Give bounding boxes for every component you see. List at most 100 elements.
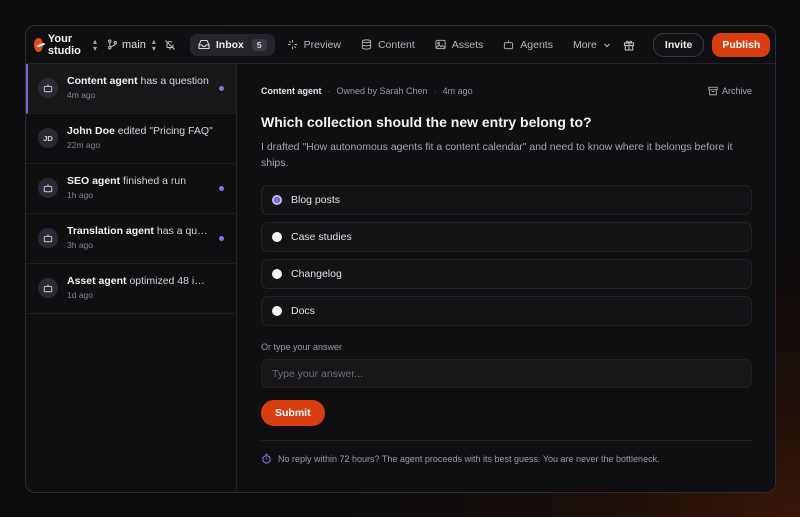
option-case-studies[interactable]: Case studies bbox=[261, 222, 752, 252]
nav-assets[interactable]: Assets bbox=[427, 34, 492, 56]
chevron-updown-icon: ▴ ▾ bbox=[93, 36, 98, 53]
studio-name: Your studio bbox=[47, 32, 81, 57]
invite-button[interactable]: Invite bbox=[652, 32, 705, 57]
agent-avatar bbox=[38, 178, 58, 198]
archive-icon bbox=[708, 86, 718, 96]
meta-time: 4m ago bbox=[442, 86, 473, 96]
inbox-item-time: 4m ago bbox=[67, 90, 96, 100]
inbox-icon bbox=[198, 39, 210, 50]
inbox-item-seo-agent[interactable]: SEO agent finished a run 1h ago bbox=[26, 164, 236, 214]
option-label: Blog posts bbox=[291, 194, 341, 206]
unread-dot bbox=[219, 236, 224, 241]
custom-answer-input[interactable] bbox=[261, 359, 752, 388]
inbox-item-time: 3h ago bbox=[67, 240, 93, 250]
gift-icon bbox=[623, 40, 634, 51]
inbox-item-title: Asset agent optimized 48 images bbox=[67, 275, 213, 287]
meta-owner: Owned by Sarah Chen bbox=[336, 86, 428, 96]
robot-icon bbox=[43, 284, 53, 293]
top-bar: Your studio ▴ ▾ main ▴ ▾ Inbox 5 Preview C… bbox=[26, 26, 775, 64]
agent-avatar bbox=[38, 78, 58, 98]
inbox-item-john-doe[interactable]: JD John Doe edited "Pricing FAQ" 22m ago bbox=[26, 114, 236, 164]
sparkle-icon bbox=[287, 39, 297, 50]
inbox-list: Content agent has a question 4m ago JD J… bbox=[26, 64, 237, 492]
radio[interactable] bbox=[272, 269, 282, 279]
bell-off-icon bbox=[164, 39, 175, 50]
inbox-item-time: 1h ago bbox=[67, 190, 93, 200]
topbar-actions: Invite Publish bbox=[619, 32, 771, 57]
meta-separator: · bbox=[433, 86, 437, 96]
user-avatar: JD bbox=[38, 128, 58, 148]
inbox-item-title: Translation agent has a question bbox=[67, 225, 213, 237]
git-branch-icon bbox=[108, 39, 118, 50]
app-window: Your studio ▴ ▾ main ▴ ▾ Inbox 5 Preview C… bbox=[25, 25, 776, 493]
inbox-item-title: SEO agent finished a run bbox=[67, 175, 187, 187]
inbox-count-badge: 5 bbox=[251, 38, 267, 51]
inbox-item-translation-agent[interactable]: Translation agent has a question 3h ago bbox=[26, 214, 236, 264]
nav-agents-label: Agents bbox=[520, 38, 553, 51]
inbox-item-text: Asset agent optimized 48 images 1d ago bbox=[67, 275, 213, 300]
chevron-updown-icon: ▴ ▾ bbox=[151, 36, 156, 53]
studio-logo-icon bbox=[34, 37, 43, 52]
branch-switcher[interactable]: main ▴ ▾ bbox=[107, 36, 156, 53]
robot-icon bbox=[43, 84, 53, 93]
whats-new-button[interactable] bbox=[619, 35, 639, 55]
option-label: Case studies bbox=[291, 231, 352, 243]
nav-preview[interactable]: Preview bbox=[279, 34, 349, 56]
inbox-item-text: SEO agent finished a run 1h ago bbox=[67, 175, 213, 200]
archive-label: Archive bbox=[721, 86, 752, 96]
radio[interactable] bbox=[272, 306, 282, 316]
inbox-item-text: John Doe edited "Pricing FAQ" 22m ago bbox=[67, 125, 213, 150]
question-description: I drafted "How autonomous agents fit a c… bbox=[261, 141, 733, 169]
unread-dot bbox=[219, 186, 224, 191]
submit-button[interactable]: Submit bbox=[261, 400, 325, 426]
radio[interactable] bbox=[272, 232, 282, 242]
archive-button[interactable]: Archive bbox=[708, 86, 752, 96]
main-nav: Inbox 5 Preview Content Assets Agents Mo… bbox=[189, 33, 619, 56]
custom-answer-label: Or type your answer bbox=[261, 342, 343, 352]
option-label: Docs bbox=[291, 305, 315, 317]
answer-options: Blog posts Case studies Changelog Docs bbox=[261, 185, 752, 326]
inbox-item-time: 22m ago bbox=[67, 140, 101, 150]
publish-button[interactable]: Publish bbox=[712, 32, 771, 57]
meta-agent-name: Content agent bbox=[261, 86, 322, 96]
nav-more-label: More bbox=[572, 38, 597, 51]
question-meta: Content agent · Owned by Sarah Chen · 4m… bbox=[261, 86, 752, 96]
nav-more[interactable]: More bbox=[565, 34, 619, 56]
studio-switcher[interactable]: Your studio ▴ ▾ bbox=[34, 33, 97, 57]
option-changelog[interactable]: Changelog bbox=[261, 259, 752, 289]
nav-preview-label: Preview bbox=[303, 38, 341, 51]
radio-selected[interactable] bbox=[272, 195, 282, 205]
nav-assets-label: Assets bbox=[451, 38, 484, 51]
robot-icon bbox=[43, 234, 53, 243]
nav-inbox[interactable]: Inbox 5 bbox=[189, 33, 275, 56]
unread-dot bbox=[219, 86, 224, 91]
question-detail: Content agent · Owned by Sarah Chen · 4m… bbox=[238, 64, 775, 492]
inbox-item-text: Content agent has a question 4m ago bbox=[67, 75, 213, 100]
inbox-item-title: John Doe edited "Pricing FAQ" bbox=[67, 125, 213, 137]
meta-separator: · bbox=[327, 86, 331, 96]
timer-icon bbox=[262, 453, 271, 464]
inbox-item-time: 1d ago bbox=[67, 290, 93, 300]
robot-icon bbox=[43, 184, 53, 193]
nav-content-label: Content bbox=[377, 38, 415, 51]
robot-icon bbox=[504, 40, 514, 50]
branch-name: main bbox=[122, 38, 146, 51]
timeout-note-text: No reply within 72 hours? The agent proc… bbox=[278, 453, 660, 464]
inbox-item-content-agent[interactable]: Content agent has a question 4m ago bbox=[26, 64, 236, 114]
agent-avatar bbox=[38, 228, 58, 248]
database-icon bbox=[361, 39, 372, 50]
image-icon bbox=[435, 39, 446, 50]
option-blog-posts[interactable]: Blog posts bbox=[261, 185, 752, 215]
nav-content[interactable]: Content bbox=[353, 34, 423, 56]
nav-agents[interactable]: Agents bbox=[495, 34, 561, 56]
timeout-note: No reply within 72 hours? The agent proc… bbox=[261, 453, 752, 464]
mute-notifications-button[interactable] bbox=[164, 39, 176, 51]
inbox-item-asset-agent[interactable]: Asset agent optimized 48 images 1d ago bbox=[26, 264, 236, 314]
inbox-item-title: Content agent has a question bbox=[67, 75, 209, 87]
option-label: Changelog bbox=[291, 268, 342, 280]
nav-inbox-label: Inbox bbox=[215, 38, 244, 51]
inbox-item-text: Translation agent has a question 3h ago bbox=[67, 225, 213, 250]
chevron-down-icon bbox=[603, 43, 610, 47]
divider bbox=[261, 440, 752, 441]
option-docs[interactable]: Docs bbox=[261, 296, 752, 326]
